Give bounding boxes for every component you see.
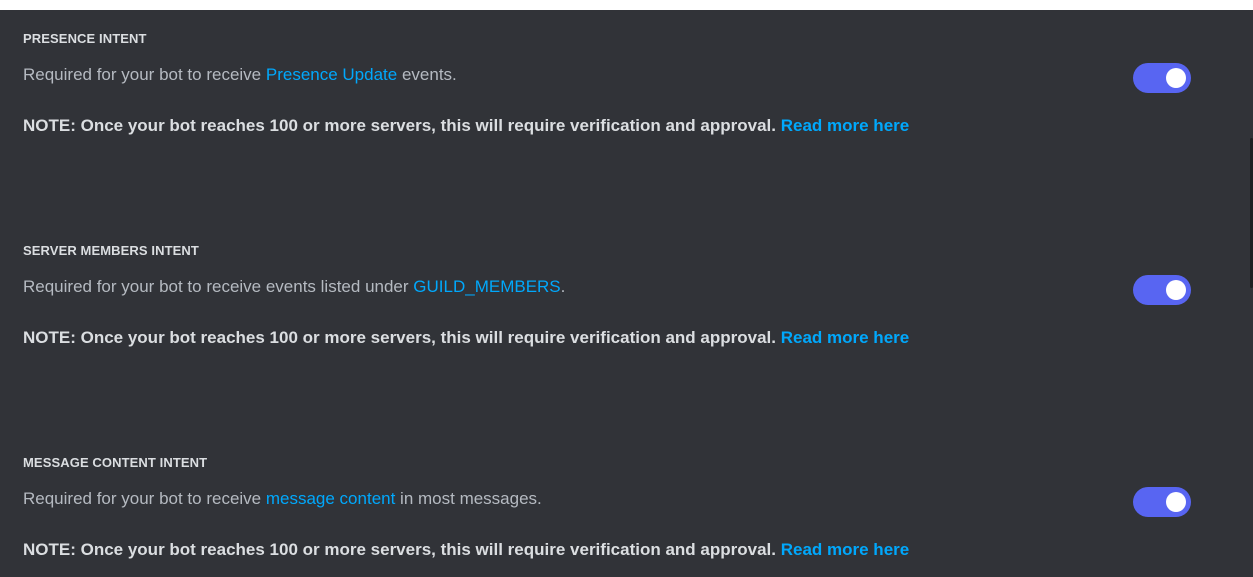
message-content-intent-note: NOTE: Once your bot reaches 100 or more …	[23, 540, 909, 560]
server-members-note-text: NOTE: Once your bot reaches 100 or more …	[23, 328, 776, 347]
presence-intent-note: NOTE: Once your bot reaches 100 or more …	[23, 116, 909, 136]
server-members-intent-note: NOTE: Once your bot reaches 100 or more …	[23, 328, 909, 348]
server-members-intent-heading: SERVER MEMBERS INTENT	[23, 243, 199, 258]
toggle-knob	[1166, 280, 1186, 300]
presence-update-link[interactable]: Presence Update	[266, 65, 397, 84]
toggle-knob	[1166, 492, 1186, 512]
message-content-link[interactable]: message content	[266, 489, 395, 508]
server-members-desc-suffix: .	[560, 277, 566, 296]
presence-intent-heading: PRESENCE INTENT	[23, 31, 147, 46]
presence-read-more-link[interactable]: Read more here	[781, 116, 910, 135]
server-members-desc-text: Required for your bot to receive events …	[23, 277, 414, 296]
message-content-desc-text: Required for your bot to receive	[23, 489, 266, 508]
message-content-intent-heading: MESSAGE CONTENT INTENT	[23, 455, 208, 470]
message-content-desc-suffix: in most messages.	[395, 489, 542, 508]
message-content-read-more-link[interactable]: Read more here	[781, 540, 910, 559]
presence-intent-note-text: NOTE: Once your bot reaches 100 or more …	[23, 116, 776, 135]
guild-members-link[interactable]: GUILD_MEMBERS	[413, 277, 560, 296]
toggle-knob	[1166, 68, 1186, 88]
message-content-note-text: NOTE: Once your bot reaches 100 or more …	[23, 540, 776, 559]
server-members-intent-description: Required for your bot to receive events …	[23, 277, 565, 297]
presence-intent-description: Required for your bot to receive Presenc…	[23, 65, 457, 85]
presence-intent-desc-text: Required for your bot to receive	[23, 65, 266, 84]
presence-intent-toggle[interactable]	[1133, 63, 1191, 93]
presence-intent-desc-suffix: events.	[397, 65, 457, 84]
message-content-intent-description: Required for your bot to receive message…	[23, 489, 542, 509]
server-members-intent-toggle[interactable]	[1133, 275, 1191, 305]
message-content-intent-toggle[interactable]	[1133, 487, 1191, 517]
server-members-read-more-link[interactable]: Read more here	[781, 328, 910, 347]
privileged-intents-panel: PRESENCE INTENT Required for your bot to…	[0, 10, 1253, 577]
